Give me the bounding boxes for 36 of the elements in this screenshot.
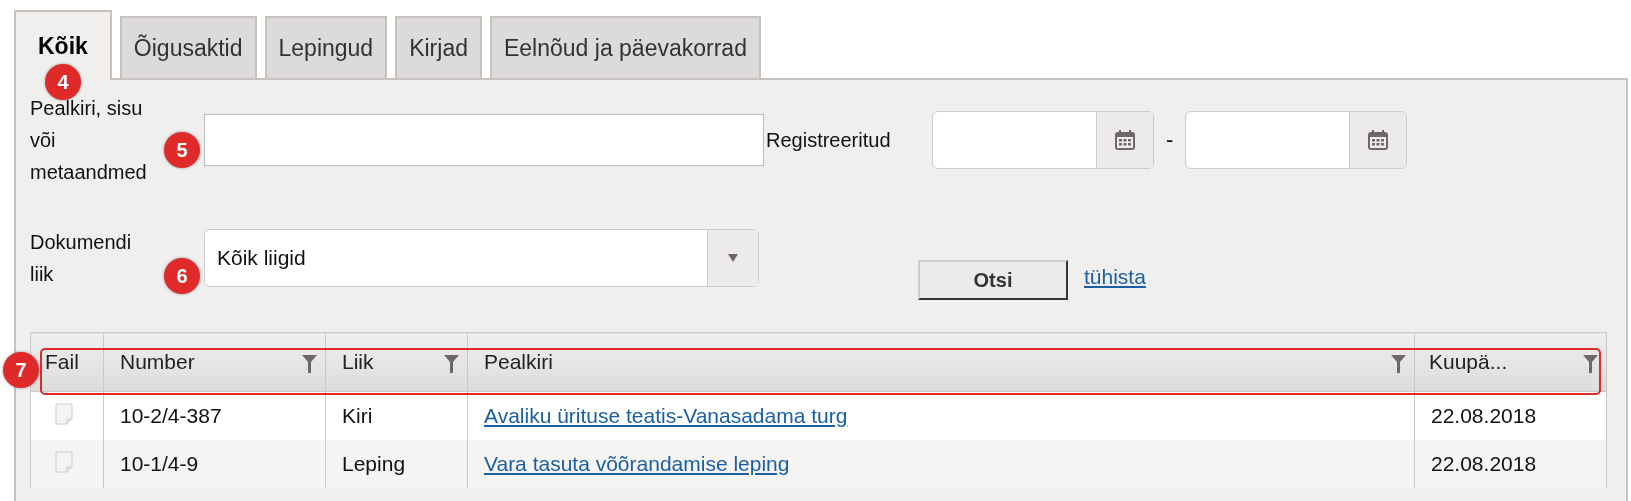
calendar-icon [1367,129,1390,151]
date-field[interactable] [932,111,1154,169]
document-link[interactable]: Avaliku ürituse teatis-Vanasadama turg [484,404,848,427]
table-cell: 22.08.2018 [1414,391,1607,440]
field-label: Registreeritud [766,128,892,153]
search-button[interactable]: Otsi [918,260,1068,300]
table-cell: 10-2/4-387 [103,391,326,440]
column-header[interactable]: Number [103,332,326,392]
filter-icon[interactable] [302,355,317,373]
table-cell: Leping [325,440,468,488]
column-header[interactable]: Fail [30,332,104,392]
file-icon[interactable] [55,402,73,425]
field-label: Dokumendi liik [30,230,133,287]
tab[interactable]: Lepingud [264,16,388,78]
caret-icon [728,254,738,262]
tab[interactable]: Kirjad [395,16,482,78]
document-link[interactable]: Vara tasuta võõrandamise leping [484,452,790,475]
filter-icon[interactable] [444,355,459,373]
clear-link[interactable]: tühista [1084,265,1146,289]
calendar-icon [1114,129,1136,151]
callout-badge: 7 [3,352,39,388]
column-header[interactable]: Liik [325,332,468,392]
search-field[interactable] [204,114,764,166]
filter-icon[interactable] [1583,355,1598,373]
column-header[interactable]: Pealkiri [467,332,1415,392]
table-cell: 22.08.2018 [1414,440,1607,488]
table-cell: Kiri [325,391,468,440]
date-field[interactable] [1185,111,1408,169]
filter-icon[interactable] [1391,355,1406,373]
tab[interactable]: Eelnõud ja päevakorrad [490,16,761,78]
type-dropdown[interactable]: Kõik liigid [204,229,759,287]
table-cell: 10-1/4-9 [103,440,326,488]
column-header[interactable]: Kuupä... [1414,332,1607,392]
tab[interactable]: Õigusaktid [119,16,257,78]
file-icon[interactable] [55,450,73,473]
date-separator: - [1166,127,1174,153]
